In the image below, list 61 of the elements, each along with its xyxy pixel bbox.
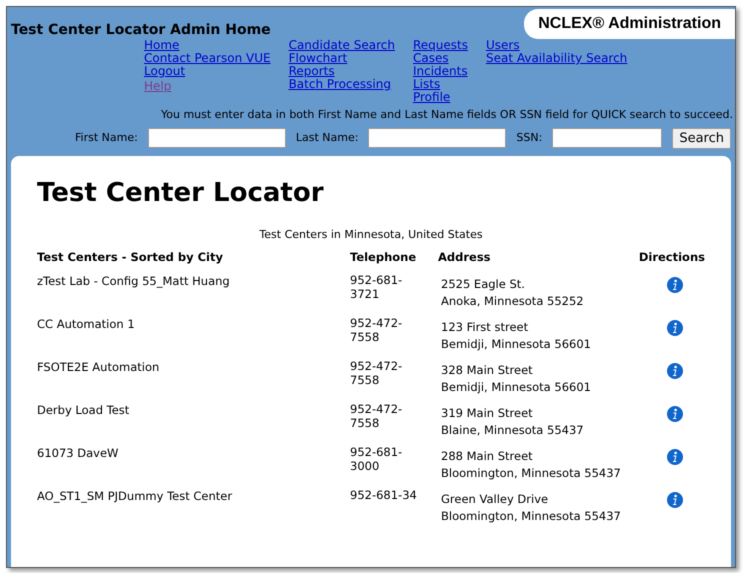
table-cell-text: 319 Main Street — [441, 405, 534, 422]
nav-link[interactable]: Logout — [144, 65, 271, 78]
nav-link[interactable]: Profile — [412, 91, 468, 104]
table-cell-text: Blaine, Minnesota 55437 — [441, 422, 585, 440]
table-cell-text: Bloomington, Minnesota 55437 — [441, 465, 622, 482]
nav-link[interactable]: Home — [144, 39, 271, 52]
nav-link[interactable]: Candidate Search — [288, 39, 395, 52]
table-cell: zTest Lab - Config 55_Matt Huang — [37, 274, 230, 288]
table-cell-text: Bloomington, Minnesota 55437 — [441, 508, 622, 526]
column-header: Address — [438, 250, 491, 264]
nclex-badge: NCLEX® Administration — [524, 9, 735, 39]
table-cell-text: 952-472-7558 — [350, 359, 404, 388]
table-cell-text: 288 Main Street — [441, 448, 534, 466]
column-header: Directions — [638, 250, 705, 264]
table-cell-text: 952-472-7558 — [350, 402, 404, 430]
table-cell-text: Green Valley Drive — [441, 491, 550, 508]
nav-link[interactable]: Requests — [412, 39, 468, 52]
field-label: Last Name: — [296, 130, 358, 146]
nav-link[interactable]: Contact Pearson VUE — [144, 52, 271, 65]
table-cell-text: 952-681-34 — [350, 488, 418, 502]
info-icon[interactable] — [667, 363, 683, 380]
info-icon[interactable] — [667, 449, 683, 466]
table-cell-text: 952-681-3000 — [350, 445, 404, 474]
info-icon[interactable] — [667, 492, 683, 508]
input-field[interactable] — [368, 128, 506, 148]
nav-link[interactable]: Help — [144, 80, 271, 93]
field-label: First Name: — [75, 130, 138, 146]
nav-link[interactable]: Incidents — [412, 65, 468, 78]
table-caption: Test Centers in Minnesota, United States — [258, 226, 484, 242]
app-title: Test Center Locator Admin Home — [11, 21, 271, 40]
table-cell-text: 123 First street — [441, 319, 530, 336]
search-button[interactable]: Search — [672, 128, 731, 148]
page-heading: Test Center Locator — [37, 176, 325, 210]
info-icon[interactable] — [667, 406, 683, 422]
nav-link[interactable]: Flowchart — [288, 52, 395, 65]
nav-link[interactable]: Reports — [288, 65, 395, 78]
column-header: Test Centers - Sorted by City — [37, 250, 223, 264]
table-cell: Derby Load Test — [37, 403, 130, 418]
input-field[interactable] — [552, 128, 662, 148]
nav-link[interactable]: Seat Availability Search — [486, 52, 628, 65]
table-cell: FSOTE2E Automation — [37, 360, 160, 374]
nav-link[interactable]: Batch Processing — [288, 78, 395, 91]
quick-search-hint: You must enter data in both First Name and Last Name fields OR SSN field for QUICK search to succeed. — [160, 107, 734, 123]
nav-link[interactable]: Lists — [412, 78, 468, 91]
table-cell-text: 952-472-7558 — [350, 316, 404, 344]
table-cell-text: 2525 Eagle St. — [441, 276, 526, 294]
table-cell-text: 328 Main Street — [441, 362, 534, 380]
nav-link[interactable]: Cases — [412, 52, 468, 65]
input-field[interactable] — [148, 128, 286, 148]
nav-link[interactable]: Users — [486, 39, 628, 52]
table-cell: 61073 DaveW — [37, 446, 118, 460]
table-cell: AO_ST1_SM PJDummy Test Center — [37, 489, 232, 504]
table-cell: CC Automation 1 — [37, 317, 135, 332]
info-icon[interactable] — [667, 320, 683, 336]
info-icon[interactable] — [667, 277, 683, 294]
table-cell-text: Bemidji, Minnesota 56601 — [441, 336, 592, 354]
table-cell-text: 952-681-3721 — [350, 273, 404, 302]
field-label: SSN: — [516, 130, 542, 146]
table-cell-text: Anoka, Minnesota 55252 — [441, 293, 585, 310]
column-header: Telephone — [350, 250, 416, 264]
table-cell-text: Bemidji, Minnesota 56601 — [441, 379, 592, 396]
